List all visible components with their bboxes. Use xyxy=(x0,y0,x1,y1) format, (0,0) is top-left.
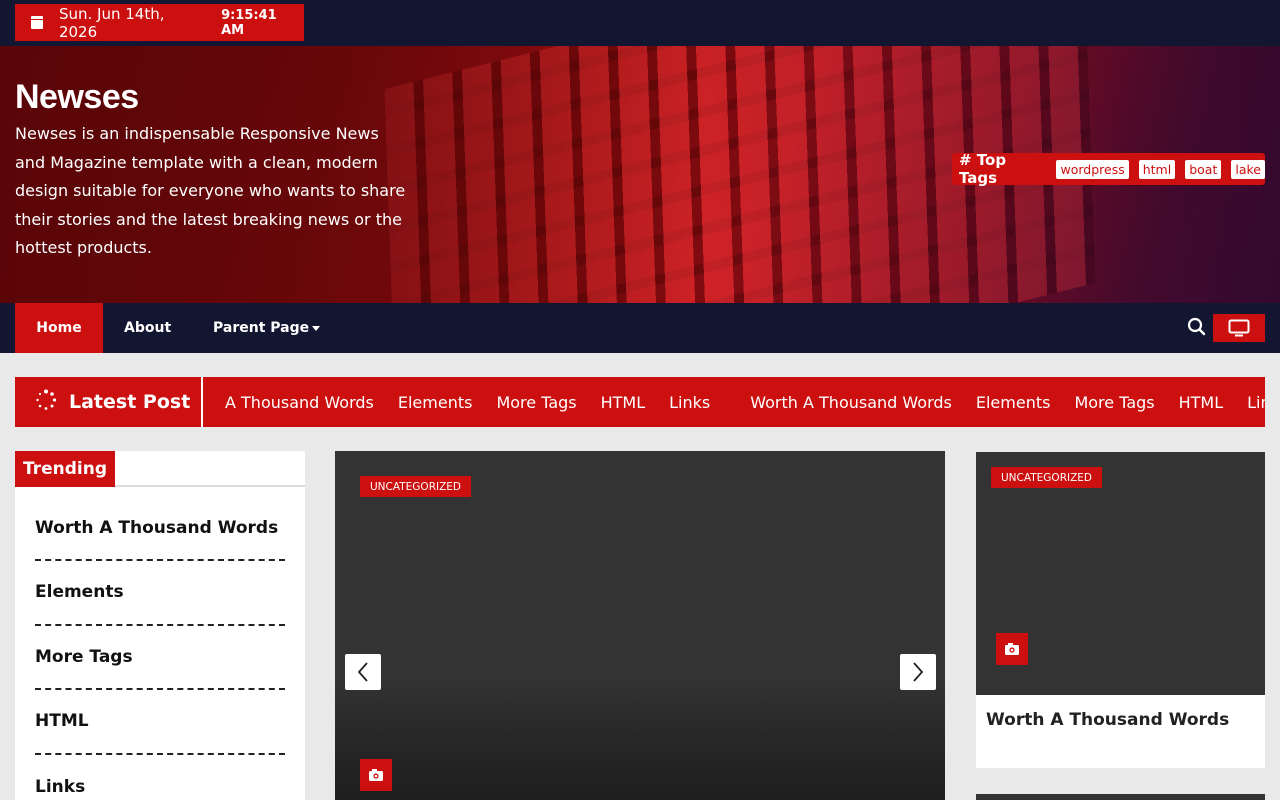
calendar-icon xyxy=(31,16,43,29)
site-title[interactable]: Newses xyxy=(15,78,139,117)
latest-post-ticker: Latest Post A Thousand Words Elements Mo… xyxy=(15,377,1265,427)
nav-parent-page[interactable]: Parent Page xyxy=(213,303,321,353)
ticker-item[interactable]: Elements xyxy=(976,393,1051,412)
main-nav: Home About Parent Page xyxy=(0,303,1280,353)
post-card[interactable]: UNCATEGORIZED Worth A Thousand Words xyxy=(976,452,1265,768)
camera-icon[interactable] xyxy=(360,759,392,791)
ticker-item[interactable]: Worth A Thousand Words xyxy=(750,393,952,412)
ticker-item[interactable]: More Tags xyxy=(496,393,576,412)
slider-next-button[interactable] xyxy=(900,654,936,690)
category-badge[interactable]: UNCATEGORIZED xyxy=(360,476,471,497)
tag-link[interactable]: boat xyxy=(1185,159,1222,179)
top-tags-label: # Top Tags xyxy=(959,151,1007,187)
top-bar: Sun. Jun 14th, 2026 9:15:41 AM xyxy=(0,0,1280,46)
date-time-box: Sun. Jun 14th, 2026 9:15:41 AM xyxy=(15,4,304,41)
slider-prev-button[interactable] xyxy=(345,654,381,690)
nav-parent-page-label: Parent Page xyxy=(213,320,310,336)
ticker-item[interactable]: HTML xyxy=(1179,393,1224,412)
monitor-button[interactable] xyxy=(1213,314,1265,342)
trending-item[interactable]: Links xyxy=(35,755,285,800)
ticker-label-text: Latest Post xyxy=(69,391,191,413)
ticker-item[interactable]: HTML xyxy=(601,393,646,412)
trending-label: Trending xyxy=(15,451,115,487)
current-date: Sun. Jun 14th, 2026 xyxy=(58,4,165,41)
spinner-icon xyxy=(35,389,57,416)
post-card-image[interactable]: UNCATEGORIZED xyxy=(976,452,1265,695)
chevron-right-icon xyxy=(913,662,924,682)
trending-item[interactable]: Elements xyxy=(35,561,285,626)
trending-item[interactable]: Worth A Thousand Words xyxy=(35,487,285,561)
search-icon[interactable] xyxy=(1186,316,1208,338)
site-description: Newses is an indispensable Responsive Ne… xyxy=(15,124,406,257)
ticker-track: A Thousand Words Elements More Tags HTML… xyxy=(225,377,1265,427)
tag-link[interactable]: lake xyxy=(1231,159,1265,179)
ticker-item[interactable]: A Thousand Words xyxy=(225,393,374,412)
ticker-label: Latest Post xyxy=(15,377,203,427)
monitor-icon xyxy=(1228,319,1250,337)
trending-list: Worth A Thousand Words Elements More Tag… xyxy=(15,487,305,800)
post-card-next[interactable] xyxy=(976,794,1265,800)
top-tags-box: # Top Tags wordpress html boat lake xyxy=(952,151,1265,187)
site-header: Newses Newses is an indispensable Respon… xyxy=(0,46,1280,303)
trending-item[interactable]: More Tags xyxy=(35,626,285,690)
featured-slider: UNCATEGORIZED xyxy=(335,451,945,800)
ticker-item[interactable]: Elements xyxy=(398,393,473,412)
chevron-left-icon xyxy=(357,662,368,682)
nav-about[interactable]: About xyxy=(124,303,171,353)
tag-link[interactable]: wordpress xyxy=(1056,159,1129,179)
post-card-title[interactable]: Worth A Thousand Words xyxy=(986,710,1229,730)
camera-icon[interactable] xyxy=(996,633,1028,665)
category-badge[interactable]: UNCATEGORIZED xyxy=(991,467,1102,488)
trending-widget: Trending Worth A Thousand Words Elements… xyxy=(15,451,305,800)
nav-home[interactable]: Home xyxy=(15,303,103,353)
trending-header: Trending xyxy=(15,451,305,487)
trending-item[interactable]: HTML xyxy=(35,690,285,755)
ticker-item[interactable]: More Tags xyxy=(1074,393,1154,412)
ticker-item[interactable]: Links xyxy=(1247,393,1265,412)
tag-link[interactable]: html xyxy=(1138,159,1176,179)
ticker-item[interactable]: Links xyxy=(669,393,710,412)
caret-down-icon xyxy=(312,325,321,331)
current-time: 9:15:41 AM xyxy=(221,7,277,38)
